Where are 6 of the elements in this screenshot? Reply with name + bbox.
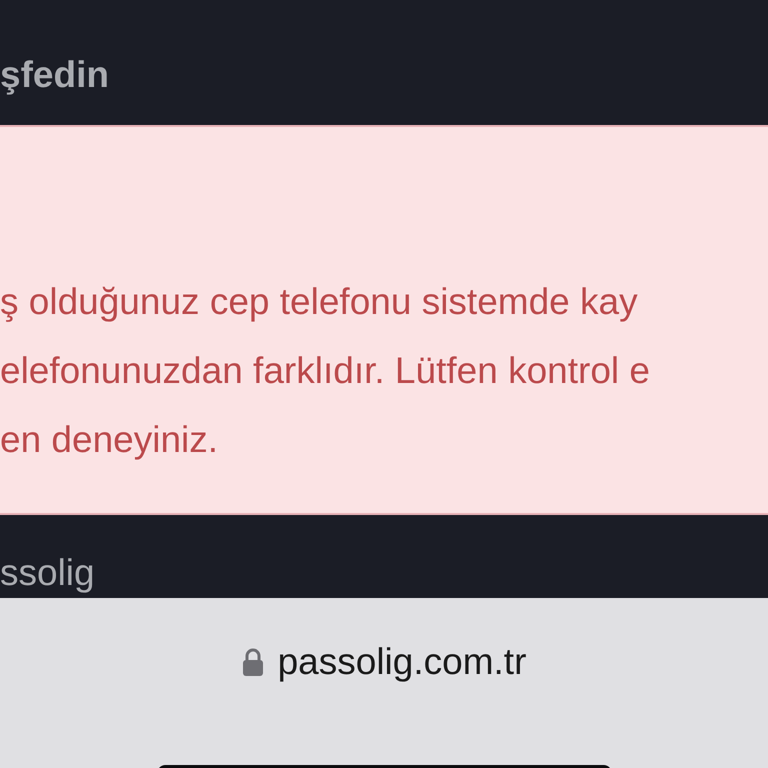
alert-text-line: ş olduğunuz cep telefonu sistemde kay [0, 280, 638, 324]
alert-text-line: en deneyiniz. [0, 418, 218, 462]
alert-text-line: elefonunuzdan farklıdır. Lütfen kontrol e [0, 349, 650, 393]
page-heading: şfedin [0, 53, 110, 97]
url-text[interactable]: passolig.com.tr [278, 641, 526, 683]
menu-link[interactable]: ssolig [0, 551, 768, 595]
